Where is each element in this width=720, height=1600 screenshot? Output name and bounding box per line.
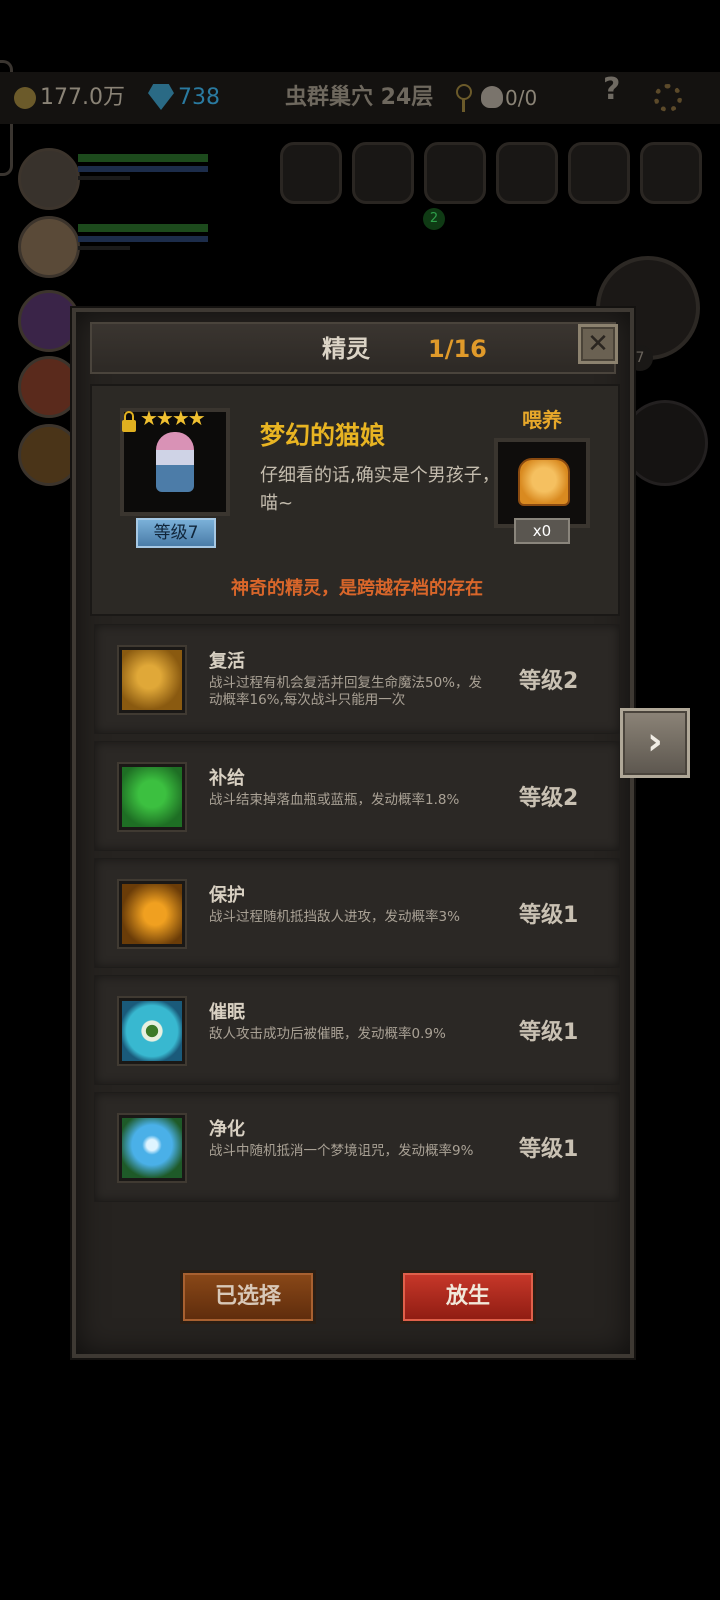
spirit-count: 1/16 — [428, 335, 487, 363]
location-label: 虫群巢穴 24层 — [285, 85, 434, 110]
status-bar: 177.0万 738 虫群巢穴 24层 0/0 ? — [0, 72, 720, 124]
skill-level: 等级1 — [519, 1137, 579, 1162]
equip-slot-staff[interactable] — [496, 142, 558, 204]
equip-slot-bell[interactable] — [280, 142, 342, 204]
selected-button[interactable]: 已选择 — [180, 1270, 316, 1324]
next-page-arrow-icon[interactable]: › — [620, 708, 690, 778]
skill-description: 敌人攻击成功后被催眠，发动概率0.9% — [209, 1026, 446, 1042]
key-icon — [456, 84, 472, 112]
equip-slot-griffin[interactable] — [568, 142, 630, 204]
feed-count: x0 — [514, 518, 570, 544]
skill-level: 等级2 — [519, 786, 579, 811]
skill-name: 催眠 — [209, 1002, 245, 1023]
hypnosis-icon — [119, 998, 185, 1064]
skill-description: 战斗过程随机抵挡敌人进攻，发动概率3% — [209, 909, 460, 925]
skull-count: 0/0 — [505, 86, 538, 110]
settings-gear-icon[interactable] — [654, 84, 682, 112]
skill-name: 复活 — [209, 651, 245, 672]
star-rating: ★★★★ — [140, 406, 206, 430]
skill-description: 战斗结束掉落血瓶或蓝瓶，发动概率1.8% — [209, 792, 460, 808]
dialog-title: 精灵 — [322, 335, 370, 363]
gold-coin-icon — [14, 87, 36, 109]
skull-icon — [481, 86, 503, 108]
pet-tagline: 神奇的精灵，是跨越存档的存在 — [231, 578, 483, 599]
spirit-dialog: 精灵 1/16 ✕ ★★★★ 等级7 梦幻的猫娘 仔细看的话,确实是个男孩子，喵… — [72, 308, 634, 1358]
skill-description: 战斗过程有机会复活并回复生命魔法50%，发动概率16%,每次战斗只能用一次 — [209, 675, 483, 708]
equip-slot-coffin[interactable] — [640, 142, 702, 204]
hero-portrait-1[interactable] — [18, 148, 80, 210]
skill-name: 补给 — [209, 768, 245, 789]
skill-row[interactable]: 补给 战斗结束掉落血瓶或蓝瓶，发动概率1.8% 等级2 — [94, 741, 620, 851]
gem-amount: 738 — [178, 85, 220, 110]
supply-icon — [119, 764, 185, 830]
dialog-header: 精灵 1/16 — [90, 322, 616, 374]
gold-amount: 177.0万 — [40, 85, 125, 110]
companion-portrait-2[interactable] — [622, 400, 708, 486]
skill-description: 战斗中随机抵消一个梦境诅咒，发动概率9% — [209, 1143, 474, 1159]
pet-description: 仔细看的话,确实是个男孩子，喵~ — [260, 465, 500, 514]
skill-level: 等级2 — [519, 669, 579, 694]
skill-name: 净化 — [209, 1119, 245, 1140]
revive-icon — [119, 647, 185, 713]
hero-portrait-3[interactable] — [18, 290, 80, 352]
hero-bars-2 — [78, 224, 208, 254]
skill-row[interactable]: 复活 战斗过程有机会复活并回复生命魔法50%，发动概率16%,每次战斗只能用一次… — [94, 624, 620, 734]
lock-icon[interactable] — [122, 411, 136, 432]
bread-icon — [518, 458, 570, 506]
skill-level: 等级1 — [519, 903, 579, 928]
skill-row[interactable]: 保护 战斗过程随机抵挡敌人进攻，发动概率3% 等级1 — [94, 858, 620, 968]
help-button[interactable]: ? — [603, 72, 620, 107]
skill-name: 保护 — [209, 885, 245, 906]
pet-level: 等级7 — [136, 518, 216, 548]
hero-portrait-5[interactable] — [18, 424, 80, 486]
diamond-icon — [148, 84, 174, 110]
hero-portrait-2[interactable] — [18, 216, 80, 278]
release-button[interactable]: 放生 — [400, 1270, 536, 1324]
skill-row[interactable]: 催眠 敌人攻击成功后被催眠，发动概率0.9% 等级1 — [94, 975, 620, 1085]
hero-portrait-4[interactable] — [18, 356, 80, 418]
pet-name: 梦幻的猫娘 — [260, 421, 386, 450]
protect-icon — [119, 881, 185, 947]
equip-slot-weapon[interactable] — [352, 142, 414, 204]
hero-bars-1 — [78, 154, 208, 184]
pet-info-card: ★★★★ 等级7 梦幻的猫娘 仔细看的话,确实是个男孩子，喵~ 喂养 x0 神奇… — [90, 384, 620, 616]
equip-slot-leaf[interactable] — [424, 142, 486, 204]
close-button[interactable]: ✕ — [578, 324, 618, 364]
feed-slot[interactable] — [494, 438, 590, 528]
feed-label: 喂养 — [522, 408, 562, 432]
skill-row[interactable]: 净化 战斗中随机抵消一个梦境诅咒，发动概率9% 等级1 — [94, 1092, 620, 1202]
purify-icon — [119, 1115, 185, 1181]
equipment-badge: 2 — [423, 208, 445, 230]
skill-level: 等级1 — [519, 1020, 579, 1045]
cat-girl-figure — [156, 432, 194, 492]
